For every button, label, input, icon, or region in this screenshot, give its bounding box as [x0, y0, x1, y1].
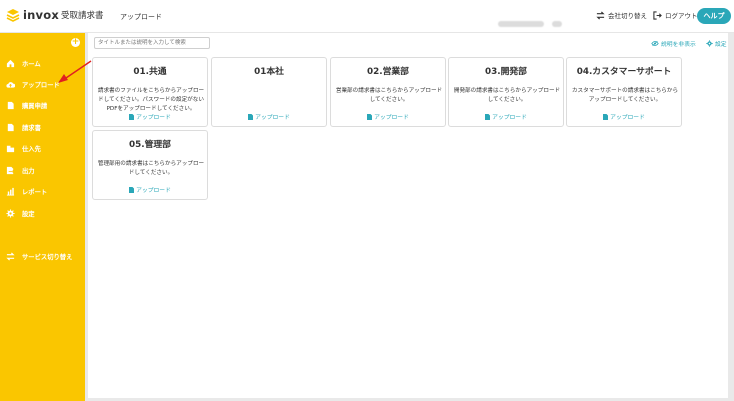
card-description: 管理部用の請求書はこちらからアップロードしてください。 — [97, 161, 205, 176]
file-upload-icon — [485, 114, 491, 120]
upload-card[interactable]: 03.開発部 開発部の請求書はこちらからアップロードしてください。 アップロード — [448, 57, 564, 127]
file-upload-icon — [248, 114, 254, 120]
logout-label: ログアウト — [665, 12, 698, 20]
upload-link[interactable]: アップロード — [331, 112, 445, 121]
document-icon — [7, 123, 14, 131]
upload-card[interactable]: 04.カスタマーサポート カスタマーサポートの請求書はこちらからアップロードして… — [566, 57, 682, 127]
building-icon — [6, 145, 15, 152]
sidebar-item-label: 設定 — [22, 210, 35, 218]
upload-link[interactable]: アップロード — [93, 185, 207, 194]
eye-slash-icon — [651, 40, 659, 47]
upload-link[interactable]: アップロード — [212, 112, 326, 121]
card-title: 01.共通 — [133, 67, 167, 77]
logout-icon — [653, 10, 662, 20]
app-logo[interactable]: invox 受取請求書 — [6, 8, 103, 22]
switch-icon — [596, 10, 605, 20]
search-input[interactable] — [94, 37, 210, 49]
switch-company-label: 会社切り替え — [608, 12, 647, 20]
gear-icon — [706, 40, 713, 47]
upload-link[interactable]: アップロード — [93, 112, 207, 121]
upload-card[interactable]: 01本社 アップロード — [211, 57, 327, 127]
card-title: 03.開発部 — [485, 67, 527, 77]
sidebar-item-reports[interactable]: レポート — [0, 183, 85, 199]
upload-link-label: アップロード — [374, 115, 409, 121]
upload-link[interactable]: アップロード — [449, 112, 563, 121]
sidebar: + ホーム アップロード 購買申請 請求書 仕入先 出力 レポート 設定 サービ… — [0, 33, 85, 401]
sidebar-item-label: サービス切り替え — [22, 253, 73, 261]
file-upload-icon — [129, 114, 135, 120]
upload-link[interactable]: アップロード — [567, 112, 681, 121]
gear-icon — [6, 208, 15, 218]
sidebar-item-invoices[interactable]: 請求書 — [0, 119, 85, 135]
help-button[interactable]: ヘルプ — [697, 8, 731, 24]
logo-text: invox — [23, 8, 59, 22]
upload-card[interactable]: 05.管理部 管理部用の請求書はこちらからアップロードしてください。 アップロー… — [92, 130, 208, 200]
logo-subtitle: 受取請求書 — [60, 11, 104, 21]
upload-link-label: アップロード — [610, 115, 645, 121]
home-icon — [6, 59, 15, 67]
main-area: 説明を非表示 設定 01.共通 請求書のファイルをこちらからアップロードしてくだ… — [85, 33, 734, 401]
content-panel: 説明を非表示 設定 01.共通 請求書のファイルをこちらからアップロードしてくだ… — [88, 33, 728, 398]
add-icon[interactable]: + — [71, 38, 80, 47]
export-icon — [6, 166, 15, 174]
card-description: カスタマーサポートの請求書はこちらからアップロードしてください。 — [571, 88, 679, 103]
sidebar-item-purchase-request[interactable]: 購買申請 — [0, 97, 85, 113]
upload-link-label: アップロード — [492, 115, 527, 121]
sidebar-item-label: レポート — [22, 188, 48, 196]
card-description: 営業部の請求書はこちらからアップロードしてください。 — [335, 88, 443, 103]
page-title: アップロード — [120, 13, 162, 21]
sidebar-item-label: 購買申請 — [22, 102, 48, 110]
file-upload-icon — [129, 187, 135, 193]
card-description: 開発部の請求書はこちらからアップロードしてください。 — [453, 88, 561, 103]
sidebar-item-label: 請求書 — [22, 124, 41, 132]
sidebar-item-switch-service[interactable]: サービス切り替え — [0, 248, 85, 264]
logo-mark-icon — [6, 9, 20, 22]
sidebar-item-settings[interactable]: 設定 — [0, 205, 85, 221]
sidebar-item-suppliers[interactable]: 仕入先 — [0, 140, 85, 156]
upload-card[interactable]: 01.共通 請求書のファイルをこちらからアップロードしてください。パスワードの設… — [92, 57, 208, 127]
logout-button[interactable]: ログアウト — [653, 10, 698, 20]
settings-link[interactable]: 設定 — [706, 39, 727, 48]
settings-label: 設定 — [715, 42, 727, 48]
sidebar-item-upload[interactable]: アップロード — [0, 76, 85, 92]
cloud-upload-icon — [6, 81, 15, 88]
upload-card[interactable]: 02.営業部 営業部の請求書はこちらからアップロードしてください。 アップロード — [330, 57, 446, 127]
card-title: 04.カスタマーサポート — [576, 67, 672, 77]
account-name-redacted — [498, 12, 566, 27]
card-title: 02.営業部 — [367, 67, 409, 77]
document-icon — [7, 101, 14, 109]
hide-description-label: 説明を非表示 — [661, 42, 696, 48]
upload-link-label: アップロード — [136, 188, 171, 194]
upload-link-label: アップロード — [255, 115, 290, 121]
switch-icon — [6, 251, 15, 261]
upload-link-label: アップロード — [136, 115, 171, 121]
chart-icon — [6, 187, 15, 196]
file-upload-icon — [367, 114, 373, 120]
switch-company-button[interactable]: 会社切り替え — [596, 10, 647, 20]
card-title: 01本社 — [254, 67, 284, 77]
top-bar: invox 受取請求書 アップロード 会社切り替え ログアウト ヘルプ — [0, 0, 734, 33]
file-upload-icon — [603, 114, 609, 120]
card-title: 05.管理部 — [129, 140, 171, 150]
sidebar-item-export[interactable]: 出力 — [0, 162, 85, 178]
hide-description-toggle[interactable]: 説明を非表示 — [651, 39, 696, 48]
sidebar-item-home[interactable]: ホーム — [0, 55, 85, 71]
sidebar-item-label: 仕入先 — [22, 145, 41, 153]
sidebar-item-label: 出力 — [22, 167, 35, 175]
sidebar-item-label: アップロード — [22, 81, 60, 89]
card-description: 請求書のファイルをこちらからアップロードしてください。パスワードの設定がないPD… — [97, 88, 205, 112]
sidebar-item-label: ホーム — [22, 60, 41, 68]
